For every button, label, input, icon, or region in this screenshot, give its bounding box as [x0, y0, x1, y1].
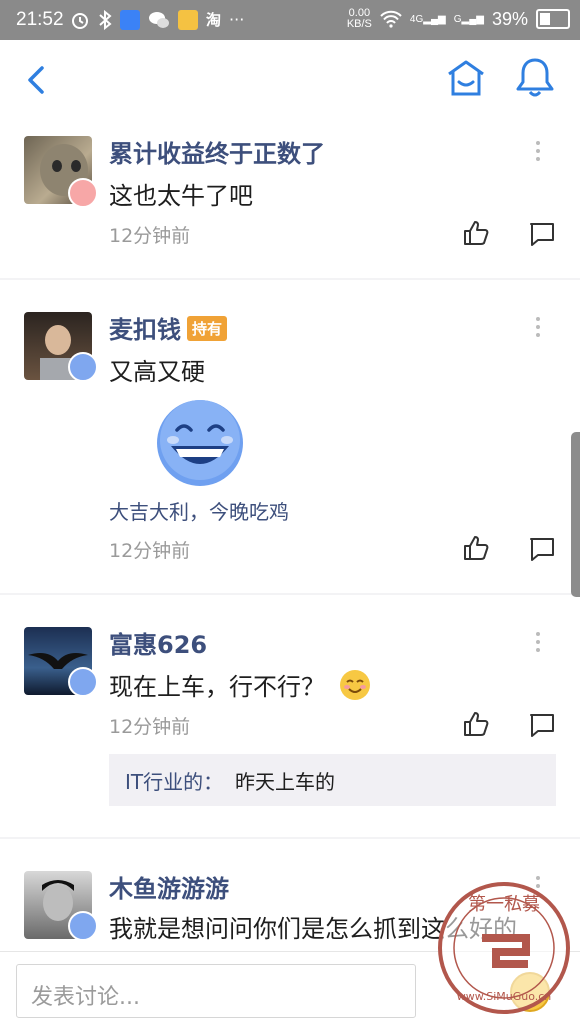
bell-icon[interactable] [514, 56, 556, 100]
username[interactable]: 麦扣钱 持有 [109, 310, 228, 345]
top-nav-bar [0, 40, 580, 120]
house-icon[interactable] [446, 58, 486, 98]
comment-time: 12分钟前 [109, 716, 191, 738]
emoji-badge-icon [68, 667, 98, 697]
thumbs-up-icon[interactable] [462, 710, 490, 738]
comment-item: 累计收益终于正数了 这也太牛了吧 12分钟前 [0, 120, 580, 278]
status-time: 21:52 [16, 9, 64, 30]
alarm-icon [72, 12, 88, 29]
more-options-icon[interactable] [533, 316, 543, 338]
chevron-left-icon[interactable] [20, 62, 56, 98]
watermark-title: 第一私募 [468, 894, 540, 915]
username[interactable]: 累计收益终于正数了 [109, 134, 325, 169]
smiling-emoji-icon [339, 670, 370, 700]
taobao-icon: 淘 [206, 11, 222, 29]
thumbs-up-icon[interactable] [462, 534, 490, 562]
comment-icon[interactable] [528, 536, 556, 564]
more-notifications-icon: ··· [229, 10, 245, 29]
comment-text: 又高又硬 [109, 358, 205, 386]
status-bar: 21:52 淘 ··· 0.00 KB/S 4G▂▄▆ G▂▄▆ 39% [0, 0, 580, 40]
comment-text: 现在上车，行不行？ [109, 667, 371, 702]
comment-icon[interactable] [528, 712, 556, 740]
security-app-icon [120, 9, 140, 30]
emoji-badge-icon [68, 352, 98, 382]
comment-item: 麦扣钱 持有 又高又硬 大吉大利，今晚吃鸡 12分钟前 [0, 280, 580, 593]
comment-time: 12分钟前 [109, 540, 191, 562]
bluetooth-icon [99, 9, 112, 30]
battery-icon [536, 9, 570, 29]
comment-item: 富惠626 现在上车，行不行？ 12分钟前 IT行业的： 昨天上车的 [0, 595, 580, 837]
network-speed: 0.00 KB/S [346, 7, 372, 30]
watermark-url: www.SiMuGuo.cn [457, 990, 552, 1003]
status-notification-icons: 淘 ··· [70, 9, 244, 30]
comment-time: 12分钟前 [109, 225, 191, 247]
wechat-icon [149, 11, 169, 28]
emoji-badge-icon [68, 911, 98, 941]
username[interactable]: 富惠626 [109, 625, 207, 660]
reply-text: 昨天上车的 [235, 770, 335, 794]
wifi-icon [380, 10, 402, 28]
watermark-seal: 第一私募 www.SiMuGuo.cn [438, 882, 570, 1014]
signal-icon-4g: 4G▂▄▆ [409, 13, 446, 25]
comment-icon[interactable] [528, 221, 556, 249]
more-options-icon[interactable] [533, 631, 543, 653]
scrollbar[interactable] [571, 432, 580, 597]
weibo-icon [178, 9, 198, 30]
status-right: 0.00 KB/S 4G▂▄▆ G▂▄▆ 39% [347, 8, 570, 30]
reply-author[interactable]: IT行业的： [125, 766, 223, 795]
signal-icon-g: G▂▄▆ [453, 13, 484, 25]
more-options-icon[interactable] [533, 140, 543, 162]
reply-preview[interactable]: IT行业的： 昨天上车的 [109, 754, 556, 806]
sticker-caption: 大吉大利，今晚吃鸡 [109, 500, 289, 524]
thumbs-up-icon[interactable] [462, 219, 490, 247]
grinning-sticker-icon [157, 400, 243, 486]
username[interactable]: 木鱼游游游 [109, 869, 229, 904]
emoji-badge-icon [68, 178, 98, 208]
discussion-input[interactable]: 发表讨论... [16, 964, 416, 1018]
battery-percent: 39% [491, 8, 528, 29]
comment-text: 这也太牛了吧 [109, 182, 253, 210]
holding-tag: 持有 [187, 316, 228, 341]
